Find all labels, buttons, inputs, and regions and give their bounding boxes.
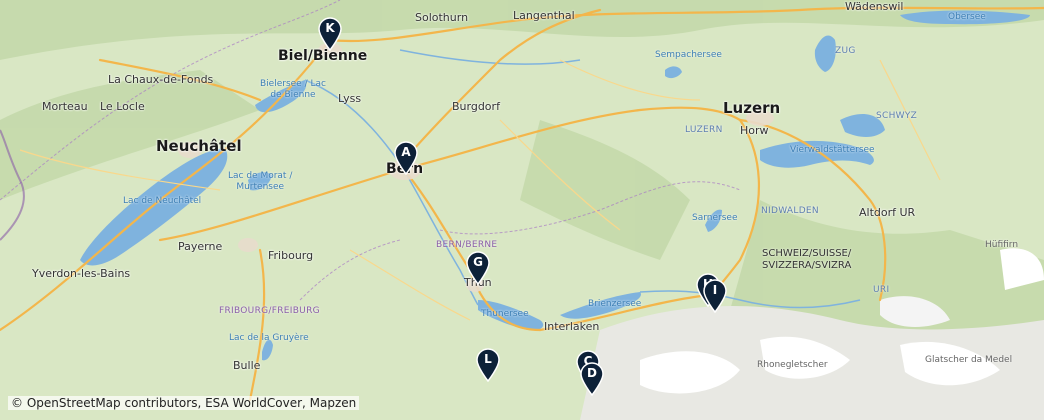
- place-payerne: Payerne: [178, 240, 223, 253]
- place-bulle: Bulle: [233, 359, 261, 372]
- place-interlaken: Interlaken: [544, 320, 600, 333]
- place-solothurn: Solothurn: [415, 11, 469, 24]
- lake-de-la-gruyere: Lac de la Gruyère: [229, 333, 309, 343]
- place-hoefirn: Hüfifirn: [985, 240, 1019, 250]
- marker-label: D: [587, 366, 597, 380]
- map-marker-i[interactable]: I: [702, 279, 728, 313]
- place-lyss: Lyss: [338, 92, 362, 105]
- place-neuchatel: Neuchâtel: [156, 137, 242, 155]
- map-marker-a[interactable]: A: [393, 141, 419, 175]
- lake-vierwaldstattersee: Vierwaldstättersee: [790, 145, 875, 155]
- marker-label: I: [712, 283, 718, 297]
- region-luzern: LUZERN: [685, 125, 723, 135]
- map-marker-g[interactable]: G: [465, 251, 491, 285]
- place-luzern: Luzern: [723, 99, 781, 117]
- place-altdorf: Altdorf UR: [859, 206, 916, 219]
- lake-de-neuchatel: Lac de Neuchâtel: [123, 196, 202, 206]
- lake-sarnersee: Sarnersee: [692, 213, 738, 223]
- place-country: SCHWEIZ/SUISSE/ SVIZZERA/SVIZRA: [762, 248, 852, 271]
- place-le-locle: Le Locle: [100, 100, 145, 113]
- map-marker-l[interactable]: L: [475, 348, 501, 382]
- place-morteau: Morteau: [42, 100, 88, 113]
- place-wadenswil: Wädenswil: [845, 0, 904, 13]
- place-burgdorf: Burgdorf: [452, 100, 500, 113]
- marker-label: A: [401, 145, 411, 159]
- lake-bielersee: Bielersee / Lac de Bienne: [260, 79, 326, 100]
- map-view[interactable]: Wädenswil Obersee Solothurn Langenthal S…: [0, 0, 1044, 420]
- region-nidwalden: NIDWALDEN: [761, 206, 819, 216]
- region-uri: URI: [873, 285, 890, 295]
- marker-label: K: [325, 21, 335, 35]
- lake-de-morat: Lac de Morat / Murtensee: [228, 171, 293, 192]
- map-attribution: © OpenStreetMap contributors, ESA WorldC…: [8, 396, 360, 410]
- lake-obersee: Obersee: [948, 12, 986, 22]
- marker-label: G: [473, 255, 483, 269]
- region-zug: ZUG: [835, 46, 856, 56]
- place-la-chaux-de-fonds: La Chaux-de-Fonds: [108, 73, 214, 86]
- lake-brienzersee: Brienzersee: [588, 299, 642, 309]
- map-marker-k[interactable]: K: [317, 17, 343, 51]
- region-bern: BERN/BERNE: [436, 240, 498, 250]
- place-yverdon: Yverdon-les-Bains: [32, 267, 131, 280]
- marker-label: L: [484, 352, 492, 366]
- region-fribourg: FRIBOURG/FREIBURG: [219, 306, 320, 316]
- region-schwyz: SCHWYZ: [876, 111, 918, 121]
- map-marker-d[interactable]: D: [579, 362, 605, 396]
- place-rhonegletscher: Rhonegletscher: [757, 360, 828, 370]
- place-horw: Horw: [740, 124, 769, 137]
- lake-sempachersee: Sempachersee: [655, 50, 722, 60]
- place-glatscher-da-medel: Glatscher da Medel: [925, 355, 1013, 365]
- place-langenthal: Langenthal: [513, 9, 575, 22]
- lake-thunersee: Thunersee: [481, 309, 529, 319]
- place-fribourg: Fribourg: [268, 249, 314, 262]
